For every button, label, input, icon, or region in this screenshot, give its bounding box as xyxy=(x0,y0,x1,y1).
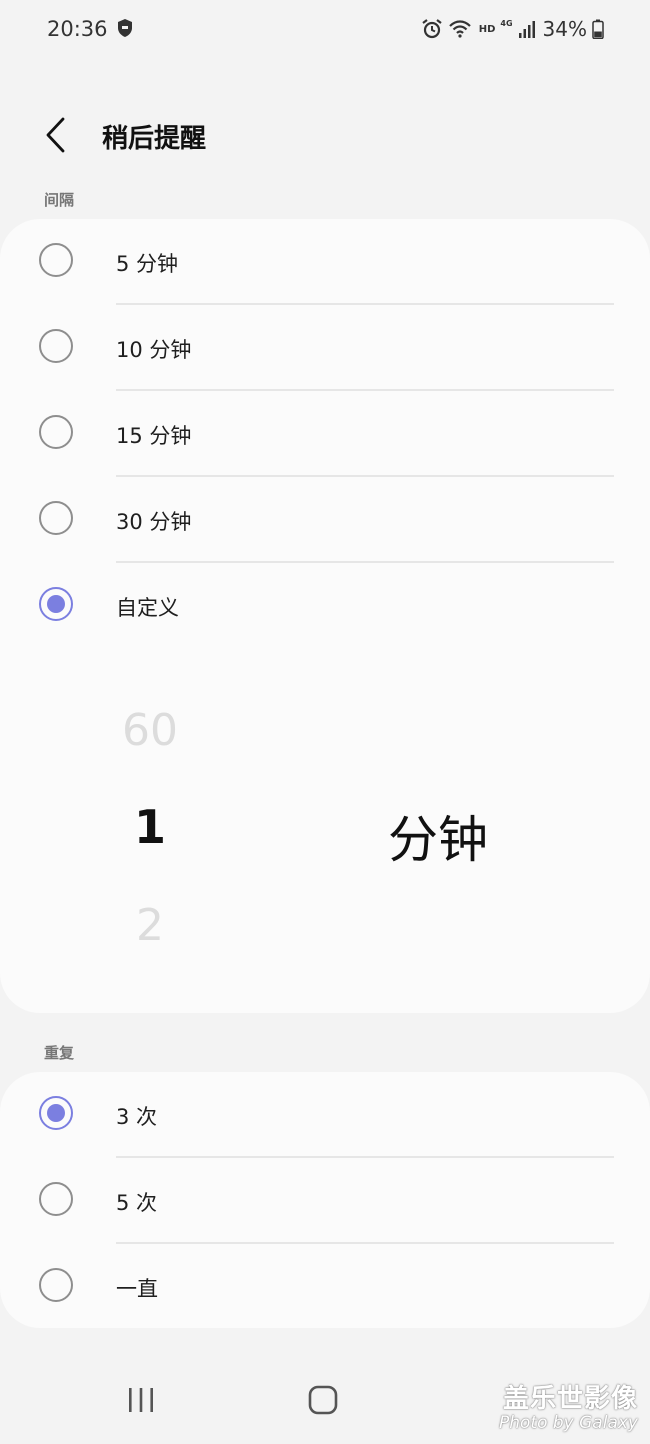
option-label: 15 分钟 xyxy=(116,424,192,448)
chevron-left-icon xyxy=(46,117,65,153)
recents-icon[interactable] xyxy=(126,1385,156,1415)
wifi-icon xyxy=(448,20,471,38)
custom-interval-picker[interactable]: 60 1 2 分钟 xyxy=(0,660,650,990)
watermark-title: 盖乐世影像 xyxy=(502,1384,638,1414)
picker-value-current[interactable]: 1 xyxy=(90,800,210,854)
radio-button[interactable] xyxy=(39,329,73,363)
option-label: 30 分钟 xyxy=(116,510,192,534)
status-bar: 20:36 HD 4G 34% xyxy=(0,0,650,60)
option-label: 一直 xyxy=(116,1277,158,1301)
repeat-section-label: 重复 xyxy=(44,1044,75,1062)
back-button[interactable] xyxy=(36,113,76,157)
repeat-option-3[interactable]: 3 次 xyxy=(0,1072,650,1158)
radio-button[interactable] xyxy=(39,243,73,277)
watermark-subtitle: Photo by Galaxy xyxy=(498,1413,638,1433)
picker-unit-label: 分钟 xyxy=(388,811,488,869)
repeat-option-5[interactable]: 5 次 xyxy=(0,1158,650,1244)
interval-section-label: 间隔 xyxy=(44,191,75,209)
option-label: 自定义 xyxy=(116,596,179,620)
shield-icon xyxy=(118,19,132,37)
repeat-option-always[interactable]: 一直 xyxy=(0,1244,650,1330)
battery-percent: 34% xyxy=(542,17,587,41)
radio-button[interactable] xyxy=(39,415,73,449)
picker-value-above[interactable]: 60 xyxy=(90,705,210,756)
signal-icon xyxy=(518,21,535,38)
option-label: 10 分钟 xyxy=(116,338,192,362)
interval-option-15min[interactable]: 15 分钟 xyxy=(0,391,650,477)
option-label: 5 次 xyxy=(116,1191,158,1215)
app-bar: 稍后提醒 xyxy=(0,105,650,165)
interval-option-custom[interactable]: 自定义 xyxy=(0,563,650,649)
home-icon[interactable] xyxy=(307,1384,339,1416)
status-icons: HD 4G 34% xyxy=(421,17,604,41)
status-time: 20:36 xyxy=(47,17,108,41)
interval-option-30min[interactable]: 30 分钟 xyxy=(0,477,650,563)
option-label: 5 分钟 xyxy=(116,252,179,276)
option-label: 3 次 xyxy=(116,1105,158,1129)
radio-button[interactable] xyxy=(39,501,73,535)
hd-label: HD xyxy=(478,23,496,35)
watermark: 盖乐世影像 Photo by Galaxy xyxy=(499,1378,638,1433)
repeat-card: 3 次 5 次 一直 xyxy=(0,1072,650,1328)
network-label: 4G xyxy=(500,18,513,28)
interval-option-10min[interactable]: 10 分钟 xyxy=(0,305,650,391)
page-title: 稍后提醒 xyxy=(102,124,207,154)
battery-icon xyxy=(592,19,604,39)
picker-value-below[interactable]: 2 xyxy=(90,900,210,951)
radio-button-checked[interactable] xyxy=(39,587,73,621)
interval-option-5min[interactable]: 5 分钟 xyxy=(0,219,650,305)
radio-button[interactable] xyxy=(39,1268,73,1302)
radio-button-checked[interactable] xyxy=(39,1096,73,1130)
navigation-bar: 盖乐世影像 Photo by Galaxy xyxy=(0,1360,650,1444)
radio-button[interactable] xyxy=(39,1182,73,1216)
alarm-icon xyxy=(422,19,442,39)
